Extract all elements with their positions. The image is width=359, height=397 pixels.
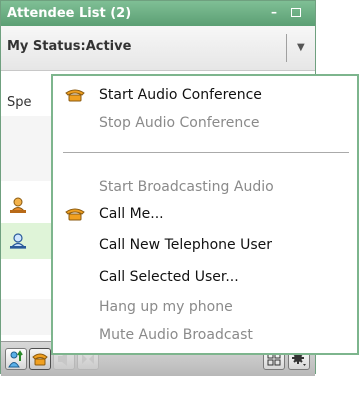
status-divider xyxy=(286,34,287,62)
menu-item-stop-audio-conference[interactable]: Stop Audio Conference xyxy=(53,110,357,136)
menu-item-hang-up-my-phone[interactable]: Hang up my phone xyxy=(53,294,357,320)
phone-icon xyxy=(65,89,85,102)
menu-item-label: Call New Telephone User xyxy=(99,237,273,253)
presenter-user-icon xyxy=(9,197,27,213)
my-status-selector[interactable]: My Status:Active ▼ xyxy=(1,26,315,71)
list-header-label: Spe xyxy=(7,95,32,110)
panel-title: Attendee List (2) xyxy=(7,6,132,21)
menu-item-label: Start Audio Conference xyxy=(99,87,262,103)
user-icon xyxy=(9,233,27,249)
my-status-label: My Status:Active xyxy=(7,39,132,54)
menu-item-label: Hang up my phone xyxy=(99,299,233,315)
minimize-icon[interactable]: – xyxy=(267,5,281,19)
phone-icon xyxy=(65,208,85,221)
chevron-down-icon[interactable]: ▼ xyxy=(297,42,305,53)
menu-item-label: Start Broadcasting Audio xyxy=(99,179,274,195)
raise-hand-icon xyxy=(8,350,23,368)
menu-item-mute-audio-broadcast[interactable]: Mute Audio Broadcast xyxy=(53,322,357,348)
menu-item-label: Mute Audio Broadcast xyxy=(99,327,253,343)
menu-divider xyxy=(63,152,349,153)
restore-icon[interactable] xyxy=(291,8,301,17)
menu-item-call-new-telephone-user[interactable]: Call New Telephone User xyxy=(53,232,357,258)
audio-context-menu: Start Audio Conference Stop Audio Confer… xyxy=(51,74,359,355)
menu-item-label: Stop Audio Conference xyxy=(99,115,260,131)
menu-item-call-me[interactable]: Call Me... xyxy=(53,201,357,227)
menu-item-call-selected-user[interactable]: Call Selected User... xyxy=(53,264,357,290)
phone-icon xyxy=(32,353,48,366)
menu-item-label: Call Me... xyxy=(99,206,164,222)
menu-item-start-audio-conference[interactable]: Start Audio Conference xyxy=(53,82,357,108)
menu-item-label: Call Selected User... xyxy=(99,269,239,285)
menu-item-start-broadcasting-audio[interactable]: Start Broadcasting Audio xyxy=(53,174,357,200)
phone-menu-button[interactable] xyxy=(29,348,51,370)
panel-titlebar[interactable]: Attendee List (2) – xyxy=(1,1,315,26)
raise-hand-button[interactable] xyxy=(5,348,27,370)
